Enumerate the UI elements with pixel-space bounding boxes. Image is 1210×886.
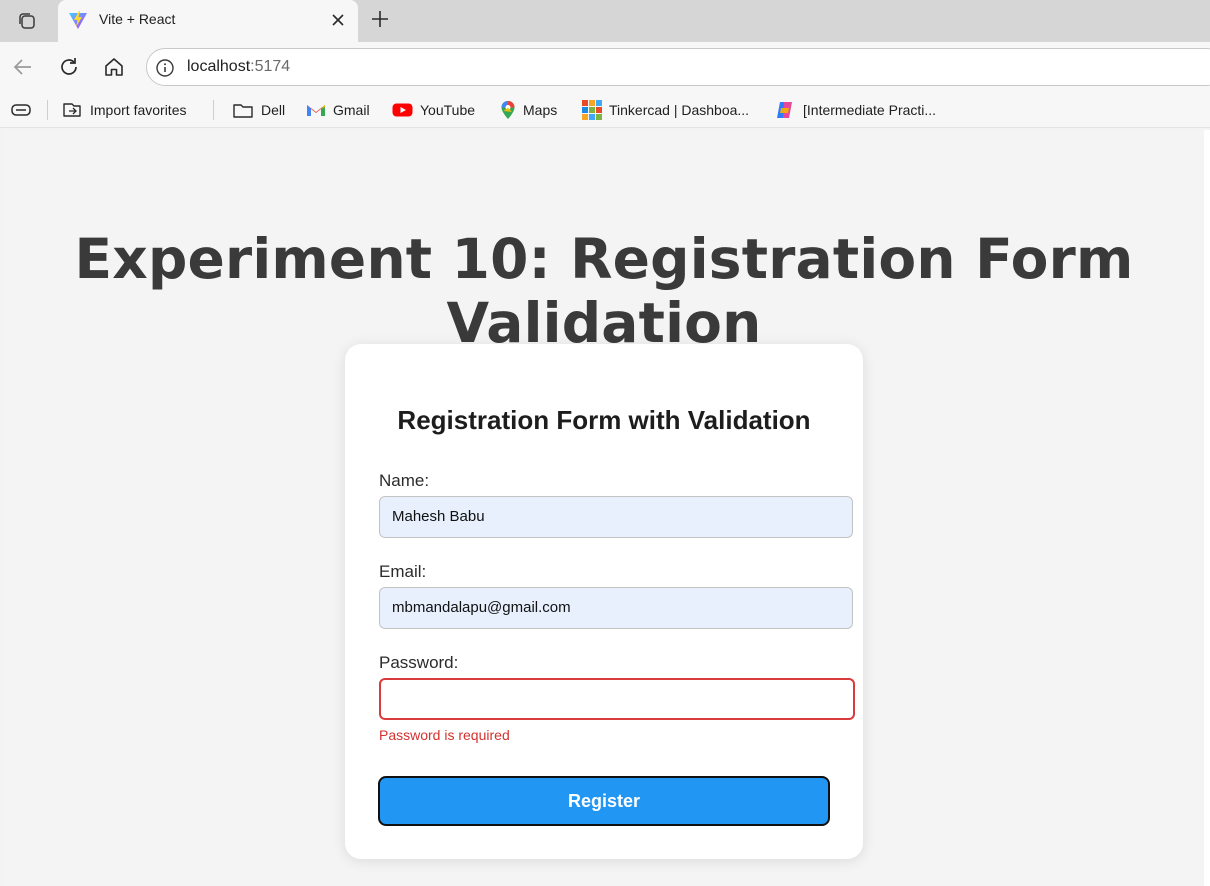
favorite-label: Maps (523, 102, 558, 118)
youtube-icon (392, 103, 413, 117)
favorite-tinkercad[interactable]: Tinkercad | Dashboa... (582, 99, 749, 121)
tab-actions-icon (19, 13, 35, 29)
favorite-dell-folder[interactable]: Dell (232, 99, 285, 121)
browser-toolbar: localhost:5174 (0, 42, 1210, 92)
favorite-import-favorites[interactable]: Import favorites (61, 99, 186, 121)
address-bar[interactable]: localhost:5174 (146, 48, 1210, 86)
register-button[interactable]: Register (378, 776, 830, 826)
registration-form-card: Registration Form with Validation Name: … (345, 344, 863, 859)
password-label: Password: (379, 653, 459, 672)
new-tab-button[interactable] (368, 7, 392, 31)
favorites-separator (213, 100, 214, 120)
page-scroll-edge (1204, 130, 1210, 886)
site-info-icon[interactable] (155, 58, 175, 78)
reload-button[interactable] (56, 54, 82, 80)
favorite-maps[interactable]: Maps (500, 99, 557, 121)
favorite-intermediate-practice[interactable]: [Intermediate Practi... (774, 99, 936, 121)
plus-icon (372, 11, 388, 27)
tab-actions-button[interactable] (8, 6, 46, 36)
browser-tab[interactable]: Vite + React (58, 0, 358, 42)
favorite-label: Tinkercad | Dashboa... (609, 102, 750, 118)
name-input[interactable]: Mahesh Babu (379, 496, 853, 538)
favorites-separator (47, 100, 48, 120)
collections-icon (11, 104, 31, 116)
email-input[interactable]: mbmandalapu@gmail.com (379, 587, 853, 629)
gmail-icon (307, 105, 325, 116)
favorite-youtube[interactable]: YouTube (392, 99, 475, 121)
password-input[interactable] (379, 678, 855, 720)
favorite-label: Import favorites (90, 102, 187, 118)
favorite-gmail[interactable]: Gmail (306, 99, 370, 121)
copilot-icon (777, 102, 792, 118)
page-viewport: Experiment 10: Registration Form Validat… (4, 130, 1204, 886)
back-button[interactable] (10, 54, 36, 80)
reload-icon (61, 58, 77, 75)
home-button[interactable] (101, 54, 127, 80)
favorite-label: Gmail (333, 102, 370, 118)
tab-strip: Vite + React (0, 0, 1210, 42)
home-icon (105, 58, 123, 76)
password-error-message: Password is required (379, 727, 510, 743)
tinkercad-icon (582, 100, 602, 120)
favorite-label: YouTube (420, 102, 476, 118)
vite-logo-icon (69, 11, 87, 29)
favorite-label: [Intermediate Practi... (803, 102, 937, 118)
page-title: Experiment 10: Registration Form Validat… (74, 227, 1134, 355)
collections-button[interactable] (10, 99, 32, 121)
folder-icon (233, 104, 253, 118)
url-text: localhost:5174 (187, 58, 290, 76)
close-icon (332, 14, 344, 26)
email-label: Email: (379, 562, 427, 581)
favorites-bar: Import favorites Dell Gmail YouTube Maps… (0, 92, 1210, 128)
back-arrow-icon (13, 59, 31, 75)
tab-title: Vite + React (99, 11, 176, 27)
url-port: :5174 (250, 58, 291, 75)
maps-pin-icon (501, 101, 515, 119)
favorite-label: Dell (261, 102, 286, 118)
name-label: Name: (379, 471, 430, 490)
form-title: Registration Form with Validation (397, 405, 811, 435)
import-favorites-icon (63, 103, 81, 117)
url-host: localhost (187, 58, 251, 75)
close-tab-button[interactable] (328, 10, 348, 30)
